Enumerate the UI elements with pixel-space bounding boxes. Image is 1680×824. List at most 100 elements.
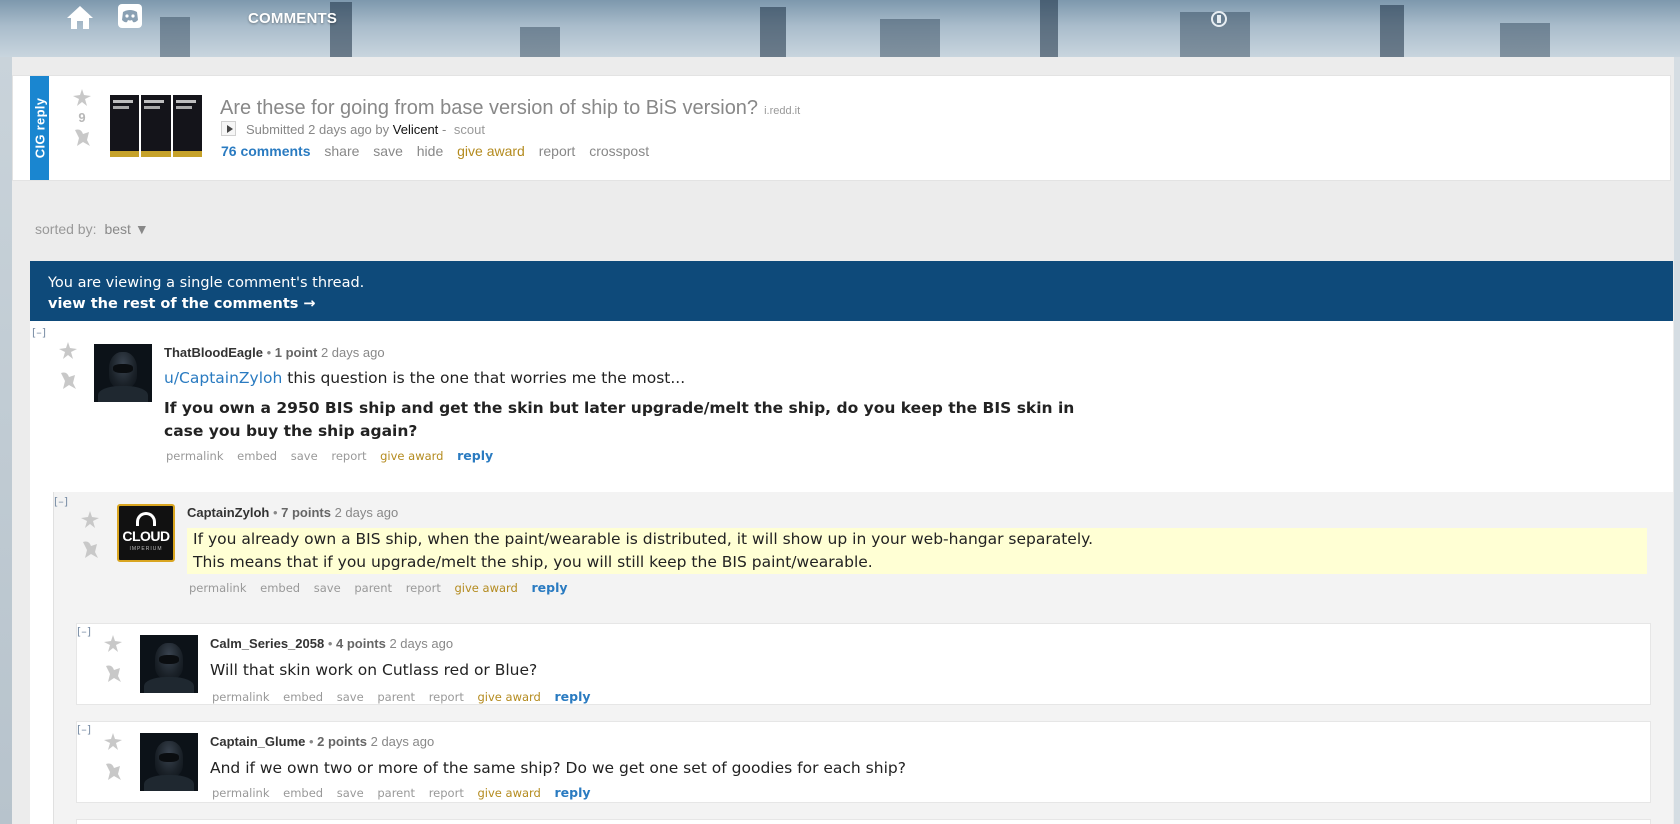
comment-vote — [77, 510, 103, 560]
comment-vote — [100, 732, 126, 782]
downvote-icon[interactable] — [57, 369, 79, 391]
downvote-icon[interactable] — [71, 126, 93, 148]
give-award-link[interactable]: give award — [477, 786, 540, 800]
parent-link[interactable]: parent — [377, 690, 415, 704]
give-award-link[interactable]: give award — [477, 690, 540, 704]
share-link[interactable]: share — [324, 143, 359, 159]
report-link[interactable]: report — [429, 690, 464, 704]
comment-score: 4 points — [335, 636, 386, 651]
cloud-logo-arc — [136, 512, 156, 526]
reply-link[interactable]: reply — [457, 448, 493, 463]
reply-link[interactable]: reply — [555, 785, 591, 800]
downvote-icon[interactable] — [79, 538, 101, 560]
report-link[interactable]: report — [331, 449, 366, 463]
highlighted-comment-body: If you already own a BIS ship, when the … — [187, 528, 1647, 574]
comment-tagline: CaptainZyloh • 7 points 2 days ago — [187, 505, 399, 520]
submitted-label: Submitted — [246, 122, 305, 137]
upvote-icon[interactable] — [71, 88, 93, 110]
give-award-link[interactable]: give award — [454, 581, 517, 595]
comment-body: And if we own two or more of the same sh… — [210, 759, 906, 777]
post-title[interactable]: Are these for going from base version of… — [220, 97, 800, 120]
hide-link[interactable]: hide — [417, 143, 443, 159]
save-link[interactable]: save — [337, 786, 364, 800]
upvote-icon[interactable] — [79, 510, 101, 532]
comments-link[interactable]: 76 comments — [221, 143, 310, 159]
cig-reply-label: CIG reply — [32, 97, 47, 159]
comment-line-1: If you already own a BIS ship, when the … — [193, 530, 1094, 548]
reply-link[interactable]: reply — [532, 580, 568, 595]
give-award-link[interactable]: give award — [380, 449, 443, 463]
single-thread-banner: You are viewing a single comment's threa… — [30, 261, 1673, 321]
cig-reply-flair-tab[interactable]: CIG reply — [30, 76, 49, 180]
downvote-icon[interactable] — [102, 662, 124, 684]
comment-author[interactable]: CaptainZyloh — [187, 505, 269, 520]
upvote-icon[interactable] — [102, 634, 124, 656]
post-title-text[interactable]: Are these for going from base version of… — [220, 97, 758, 119]
permalink-link[interactable]: permalink — [212, 786, 270, 800]
report-link[interactable]: report — [406, 581, 441, 595]
avatar[interactable] — [140, 733, 198, 791]
author-flair: scout — [453, 122, 485, 137]
save-link[interactable]: save — [291, 449, 318, 463]
bold-line-2: case you buy the ship again? — [164, 422, 418, 440]
collapse-toggle[interactable]: [–] — [54, 495, 68, 508]
collapse-toggle[interactable]: [–] — [77, 723, 91, 736]
upvote-icon[interactable] — [57, 341, 79, 363]
save-link[interactable]: save — [314, 581, 341, 595]
avatar-logo-text: CLOUD — [122, 528, 170, 544]
permalink-link[interactable]: permalink — [212, 690, 270, 704]
embed-link[interactable]: embed — [260, 581, 300, 595]
avatar[interactable]: CLOUD IMPERIUM — [117, 504, 175, 562]
avatar[interactable] — [94, 344, 152, 402]
thumb-card — [172, 95, 202, 157]
permalink-link[interactable]: permalink — [166, 449, 224, 463]
embed-link[interactable]: embed — [283, 786, 323, 800]
give-award-link[interactable]: give award — [457, 143, 525, 159]
avatar[interactable] — [140, 635, 198, 693]
left-backdrop-strip — [0, 57, 12, 824]
report-link[interactable]: report — [539, 143, 576, 159]
post-domain[interactable]: i.redd.it — [764, 105, 800, 117]
downvote-icon[interactable] — [102, 760, 124, 782]
bold-line-1: If you own a 2950 BIS ship and get the s… — [164, 399, 1075, 417]
report-link[interactable]: report — [429, 786, 464, 800]
comment-author[interactable]: Calm_Series_2058 — [210, 636, 324, 651]
collapse-toggle[interactable]: [–] — [77, 625, 91, 638]
post-vote: 9 — [69, 88, 95, 148]
expando-button[interactable] — [221, 121, 236, 136]
reply-link[interactable]: reply — [555, 689, 591, 704]
comment-author[interactable]: ThatBloodEagle — [164, 345, 263, 360]
header-backdrop-building — [1040, 0, 1058, 57]
nested-comment — [76, 819, 1651, 824]
save-link[interactable]: save — [373, 143, 403, 159]
comment-actions: permalink embed save report give award r… — [166, 448, 503, 463]
banner-message: You are viewing a single comment's threa… — [48, 275, 365, 291]
collapse-toggle[interactable]: [–] — [32, 326, 46, 339]
crosspost-link[interactable]: crosspost — [589, 143, 649, 159]
parent-link[interactable]: parent — [377, 786, 415, 800]
nav-comments-tab[interactable]: COMMENTS — [248, 10, 337, 27]
post-thumbnail[interactable] — [110, 95, 202, 157]
comment-time: 2 days ago — [370, 734, 435, 749]
user-mention-link[interactable]: u/CaptainZyloh — [164, 369, 282, 387]
header-backdrop-building — [760, 7, 786, 57]
comment-score: 2 points — [317, 734, 367, 749]
comment-bold-question: If you own a 2950 BIS ship and get the s… — [164, 397, 1074, 443]
embed-link[interactable]: embed — [237, 449, 277, 463]
upvote-icon[interactable] — [102, 732, 124, 754]
embed-link[interactable]: embed — [283, 690, 323, 704]
save-link[interactable]: save — [337, 690, 364, 704]
comment-author[interactable]: Captain_Glume — [210, 734, 305, 749]
permalink-link[interactable]: permalink — [189, 581, 247, 595]
post-buttons: 76 comments share save hide give award r… — [221, 143, 659, 159]
comment-tagline: ThatBloodEagle • 1 point 2 days ago — [164, 345, 385, 360]
post-author[interactable]: Velicent — [393, 122, 439, 137]
view-rest-link[interactable]: view the rest of the comments → — [48, 294, 1655, 315]
sort-dropdown[interactable]: best ▼ — [104, 221, 148, 237]
home-icon[interactable] — [66, 4, 94, 30]
post-time: 2 days ago — [308, 122, 372, 137]
header-backdrop-building — [1500, 23, 1550, 57]
comment-vote — [100, 634, 126, 684]
discord-icon[interactable] — [117, 3, 143, 29]
parent-link[interactable]: parent — [354, 581, 392, 595]
